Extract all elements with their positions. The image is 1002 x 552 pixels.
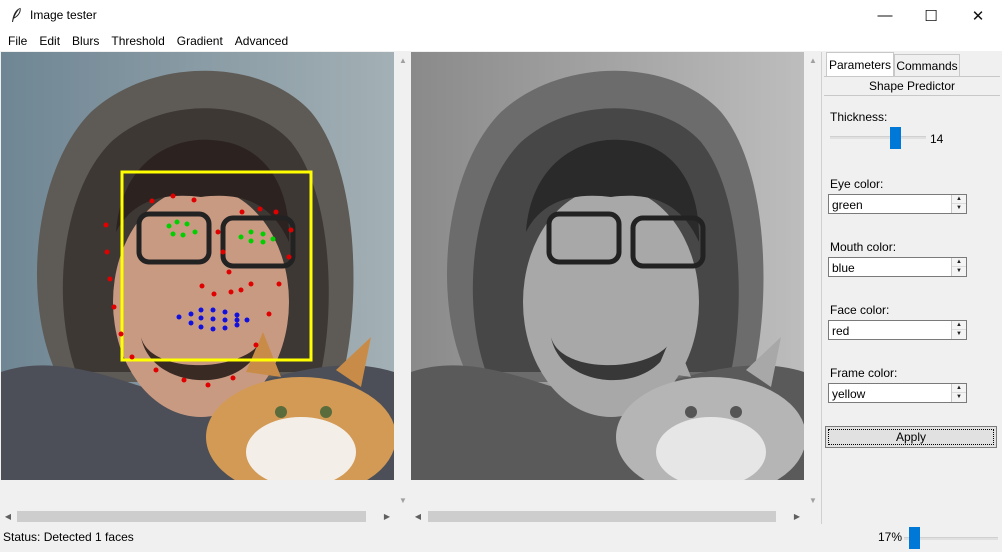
triangle-up-icon[interactable]: ▲ — [805, 52, 821, 68]
frame-color-spinbox[interactable]: yellow ▲ ▼ — [828, 383, 967, 403]
menu-bar: File Edit Blurs Threshold Gradient Advan… — [0, 31, 1002, 51]
spin-up-icon[interactable]: ▲ — [952, 321, 966, 330]
thickness-label: Thickness: — [830, 110, 888, 124]
spin-up-icon[interactable]: ▲ — [952, 195, 966, 204]
menu-edit[interactable]: Edit — [33, 31, 66, 51]
menu-blurs[interactable]: Blurs — [66, 31, 105, 51]
window-title: Image tester — [30, 8, 97, 22]
mouth-color-spinbox[interactable]: blue ▲ ▼ — [828, 257, 967, 277]
left-horizontal-scrollbar[interactable]: ◀ ▶ — [0, 508, 397, 525]
tab-commands[interactable]: Commands — [894, 54, 960, 76]
menu-gradient[interactable]: Gradient — [171, 31, 229, 51]
triangle-down-icon[interactable]: ▼ — [395, 492, 411, 508]
right-scroll-thumb[interactable] — [428, 511, 776, 522]
spin-down-icon[interactable]: ▼ — [952, 204, 966, 213]
triangle-right-icon[interactable]: ▶ — [789, 508, 805, 524]
zoom-slider-handle[interactable] — [909, 527, 920, 549]
mouth-color-value: blue — [832, 261, 855, 275]
eye-color-value: green — [832, 198, 863, 212]
section-title: Shape Predictor — [824, 76, 1000, 96]
thickness-slider-handle[interactable] — [890, 127, 901, 149]
spin-down-icon[interactable]: ▼ — [952, 393, 966, 402]
triangle-left-icon[interactable]: ◀ — [0, 508, 16, 524]
left-scroll-thumb[interactable] — [17, 511, 366, 522]
right-vertical-scrollbar[interactable]: ▲ ▼ — [805, 52, 821, 508]
processed-image-pane[interactable] — [411, 52, 804, 480]
menu-advanced[interactable]: Advanced — [229, 31, 294, 51]
original-image — [1, 52, 394, 480]
thickness-value: 14 — [930, 132, 944, 146]
maximize-button[interactable]: ☐ — [908, 0, 954, 31]
face-color-label: Face color: — [830, 303, 890, 317]
zoom-level: 17% — [878, 530, 903, 544]
original-image-pane[interactable] — [1, 52, 394, 480]
apply-button[interactable]: Apply — [825, 426, 997, 448]
close-button[interactable]: ✕ — [955, 0, 1001, 31]
triangle-right-icon[interactable]: ▶ — [379, 508, 395, 524]
menu-threshold[interactable]: Threshold — [105, 31, 170, 51]
spin-up-icon[interactable]: ▲ — [952, 384, 966, 393]
feather-icon — [12, 7, 21, 22]
triangle-left-icon[interactable]: ◀ — [410, 508, 426, 524]
tab-parameters[interactable]: Parameters — [826, 52, 894, 76]
eye-color-label: Eye color: — [830, 177, 884, 191]
spin-up-icon[interactable]: ▲ — [952, 258, 966, 267]
right-horizontal-scrollbar[interactable]: ◀ ▶ — [410, 508, 807, 525]
title-bar — [0, 0, 1002, 31]
eye-color-spinbox[interactable]: green ▲ ▼ — [828, 194, 967, 214]
status-bar — [0, 526, 1002, 552]
left-vertical-scrollbar[interactable]: ▲ ▼ — [395, 52, 411, 508]
thickness-slider[interactable] — [830, 136, 926, 139]
triangle-up-icon[interactable]: ▲ — [395, 52, 411, 68]
spin-down-icon[interactable]: ▼ — [952, 267, 966, 276]
minimize-button[interactable]: — — [862, 0, 908, 31]
processed-image — [411, 52, 804, 480]
status-text: Status: Detected 1 faces — [3, 530, 134, 544]
triangle-down-icon[interactable]: ▼ — [805, 492, 821, 508]
spin-down-icon[interactable]: ▼ — [952, 330, 966, 339]
frame-color-label: Frame color: — [830, 366, 898, 380]
face-color-spinbox[interactable]: red ▲ ▼ — [828, 320, 967, 340]
parameters-panel: Parameters Commands Shape Predictor Thic… — [821, 52, 1002, 524]
face-color-value: red — [832, 324, 850, 338]
mouth-color-label: Mouth color: — [830, 240, 897, 254]
menu-file[interactable]: File — [2, 31, 33, 51]
frame-color-value: yellow — [832, 387, 866, 401]
